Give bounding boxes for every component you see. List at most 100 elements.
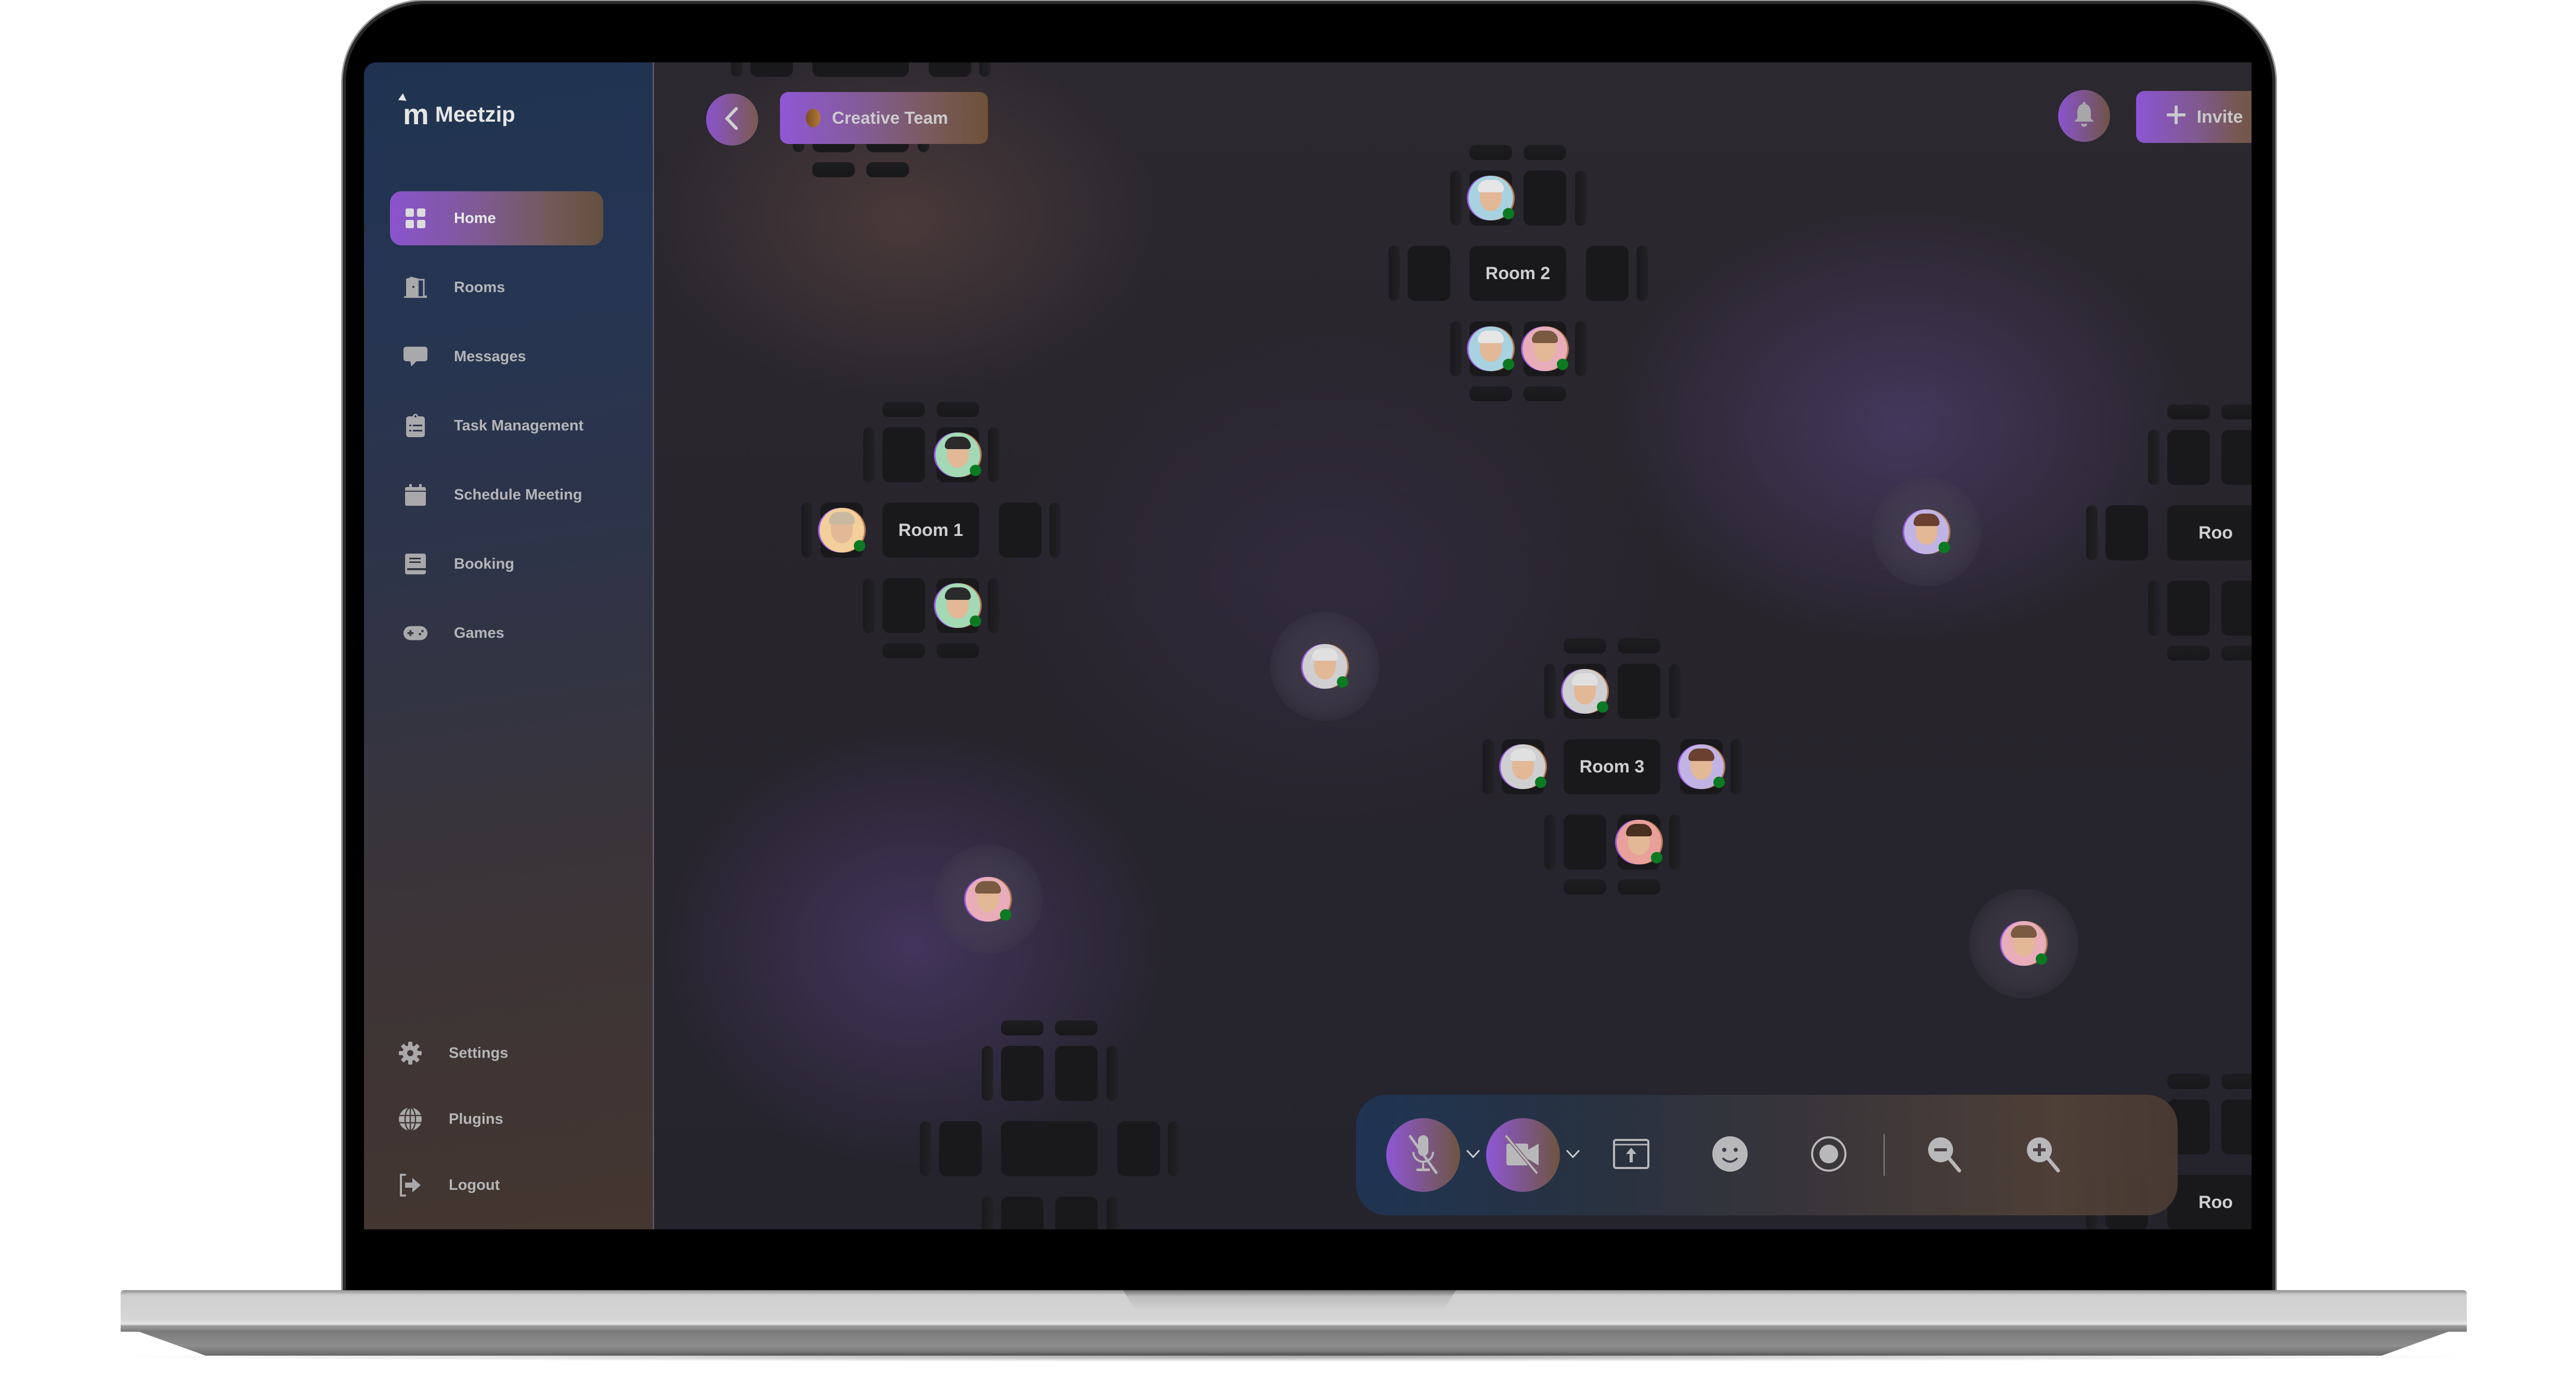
user-avatar[interactable] — [1468, 326, 1514, 371]
chair — [1450, 170, 1462, 226]
smiley-icon — [1711, 1135, 1749, 1175]
chair — [2167, 404, 2210, 419]
sidebar-item-settings[interactable]: Settings — [385, 1027, 603, 1080]
app-logo[interactable]: m Meetzip — [403, 100, 515, 129]
chair — [1544, 815, 1556, 870]
chair — [2221, 404, 2252, 419]
user-avatar[interactable] — [1617, 820, 1662, 864]
empty-seat[interactable] — [999, 503, 1042, 558]
empty-seat[interactable] — [2221, 1099, 2252, 1154]
empty-seat[interactable] — [1117, 1121, 1160, 1176]
empty-seat[interactable] — [1408, 246, 1450, 301]
sidebar-nav: Home Rooms Messages Task Management Sche… — [390, 191, 603, 675]
reactions-button[interactable] — [1707, 1132, 1753, 1178]
empty-seat[interactable] — [1055, 1197, 1098, 1229]
user-avatar[interactable] — [1501, 744, 1546, 789]
sidebar-item-rooms[interactable]: Rooms — [390, 260, 603, 314]
user-avatar[interactable] — [1523, 326, 1568, 371]
empty-seat[interactable] — [929, 62, 971, 77]
empty-seat[interactable] — [1586, 246, 1629, 301]
chair — [1469, 386, 1512, 401]
chair — [936, 643, 979, 658]
room-table[interactable]: Room 3 — [1564, 739, 1660, 794]
room-table[interactable] — [812, 62, 909, 77]
app-name: Meetzip — [435, 102, 515, 126]
empty-seat[interactable] — [2167, 581, 2210, 636]
sidebar-item-plugins[interactable]: Plugins — [385, 1093, 603, 1146]
empty-seat[interactable] — [1001, 1046, 1044, 1101]
empty-seat[interactable] — [1564, 815, 1606, 870]
invite-button[interactable]: Invite — [2136, 91, 2252, 143]
user-avatar[interactable] — [1468, 176, 1514, 220]
zoom-out-button[interactable] — [1921, 1132, 1968, 1178]
user-avatar[interactable] — [966, 877, 1011, 922]
online-status-dot — [1503, 359, 1514, 370]
empty-seat[interactable] — [750, 62, 793, 77]
empty-seat[interactable] — [1618, 664, 1660, 719]
camera-options-button[interactable] — [1560, 1149, 1586, 1162]
empty-seat[interactable] — [939, 1121, 982, 1176]
room-table[interactable]: Room 2 — [1469, 246, 1566, 301]
sidebar-item-task-management[interactable]: Task Management — [390, 399, 603, 453]
chair — [1575, 321, 1586, 376]
user-avatar[interactable] — [2001, 921, 2047, 966]
user-avatar[interactable] — [1563, 669, 1608, 714]
memoji-hair — [1914, 514, 1940, 526]
toggle-camera-button[interactable] — [1486, 1118, 1560, 1192]
user-avatar[interactable] — [1679, 744, 1725, 789]
microphone-options-button[interactable] — [1460, 1149, 1486, 1162]
virtual-office-map[interactable]: Room 1 Room 2 Room 3 Roo Roo Creative Team I… — [654, 62, 2252, 1229]
room-table[interactable]: Roo — [2167, 505, 2252, 560]
chair — [979, 62, 991, 77]
sidebar-item-games[interactable]: Games — [390, 606, 603, 660]
user-avatar[interactable] — [1303, 644, 1348, 689]
user-avatar[interactable] — [1904, 509, 1950, 554]
gear-icon — [398, 1041, 423, 1066]
empty-seat[interactable] — [2167, 430, 2210, 485]
sidebar-item-booking[interactable]: Booking — [390, 537, 603, 591]
empty-seat[interactable] — [2221, 581, 2252, 636]
empty-seat[interactable] — [1524, 170, 1566, 226]
call-controls-toolbar — [1356, 1095, 2178, 1215]
room-table[interactable]: Room 1 — [882, 503, 979, 558]
chair — [988, 427, 999, 482]
chair — [2148, 430, 2159, 485]
user-avatar[interactable] — [819, 508, 865, 553]
chair — [2167, 646, 2210, 661]
toolbar-divider — [1883, 1134, 1885, 1176]
online-status-dot — [1597, 701, 1608, 713]
room-table[interactable] — [1001, 1121, 1098, 1176]
mute-microphone-button[interactable] — [1386, 1118, 1460, 1192]
room-table[interactable]: Roo — [2167, 1175, 2252, 1229]
back-button[interactable] — [706, 94, 758, 146]
chair — [2221, 1074, 2252, 1089]
empty-seat[interactable] — [882, 427, 925, 482]
sidebar-item-logout[interactable]: Logout — [385, 1159, 603, 1212]
sidebar-item-schedule-meeting[interactable]: Schedule Meeting — [390, 468, 603, 522]
room-name: Roo — [2198, 522, 2233, 543]
empty-seat[interactable] — [2221, 430, 2252, 485]
sidebar-item-home[interactable]: Home — [390, 191, 603, 245]
sidebar-item-messages[interactable]: Messages — [390, 330, 603, 384]
chair — [1564, 638, 1606, 653]
empty-seat[interactable] — [2105, 505, 2148, 560]
empty-seat[interactable] — [1055, 1046, 1098, 1101]
team-selector[interactable]: Creative Team — [780, 92, 988, 144]
notifications-button[interactable] — [2058, 90, 2110, 142]
gamepad-icon — [403, 621, 428, 646]
zoom-in-button[interactable] — [2020, 1132, 2067, 1178]
record-button[interactable] — [1805, 1132, 1852, 1178]
invite-label: Invite — [2196, 107, 2243, 127]
screen-share-icon — [1612, 1138, 1650, 1172]
user-avatar[interactable] — [935, 583, 981, 628]
share-screen-button[interactable] — [1608, 1132, 1655, 1178]
chair — [1731, 739, 1742, 794]
sidebar-item-label: Task Management — [454, 417, 584, 434]
empty-seat[interactable] — [882, 578, 925, 633]
chair — [863, 427, 875, 482]
memoji-hair — [945, 437, 971, 449]
grid-icon — [403, 206, 428, 231]
memoji-hair — [1572, 673, 1598, 686]
empty-seat[interactable] — [1001, 1197, 1044, 1229]
user-avatar[interactable] — [935, 432, 981, 477]
